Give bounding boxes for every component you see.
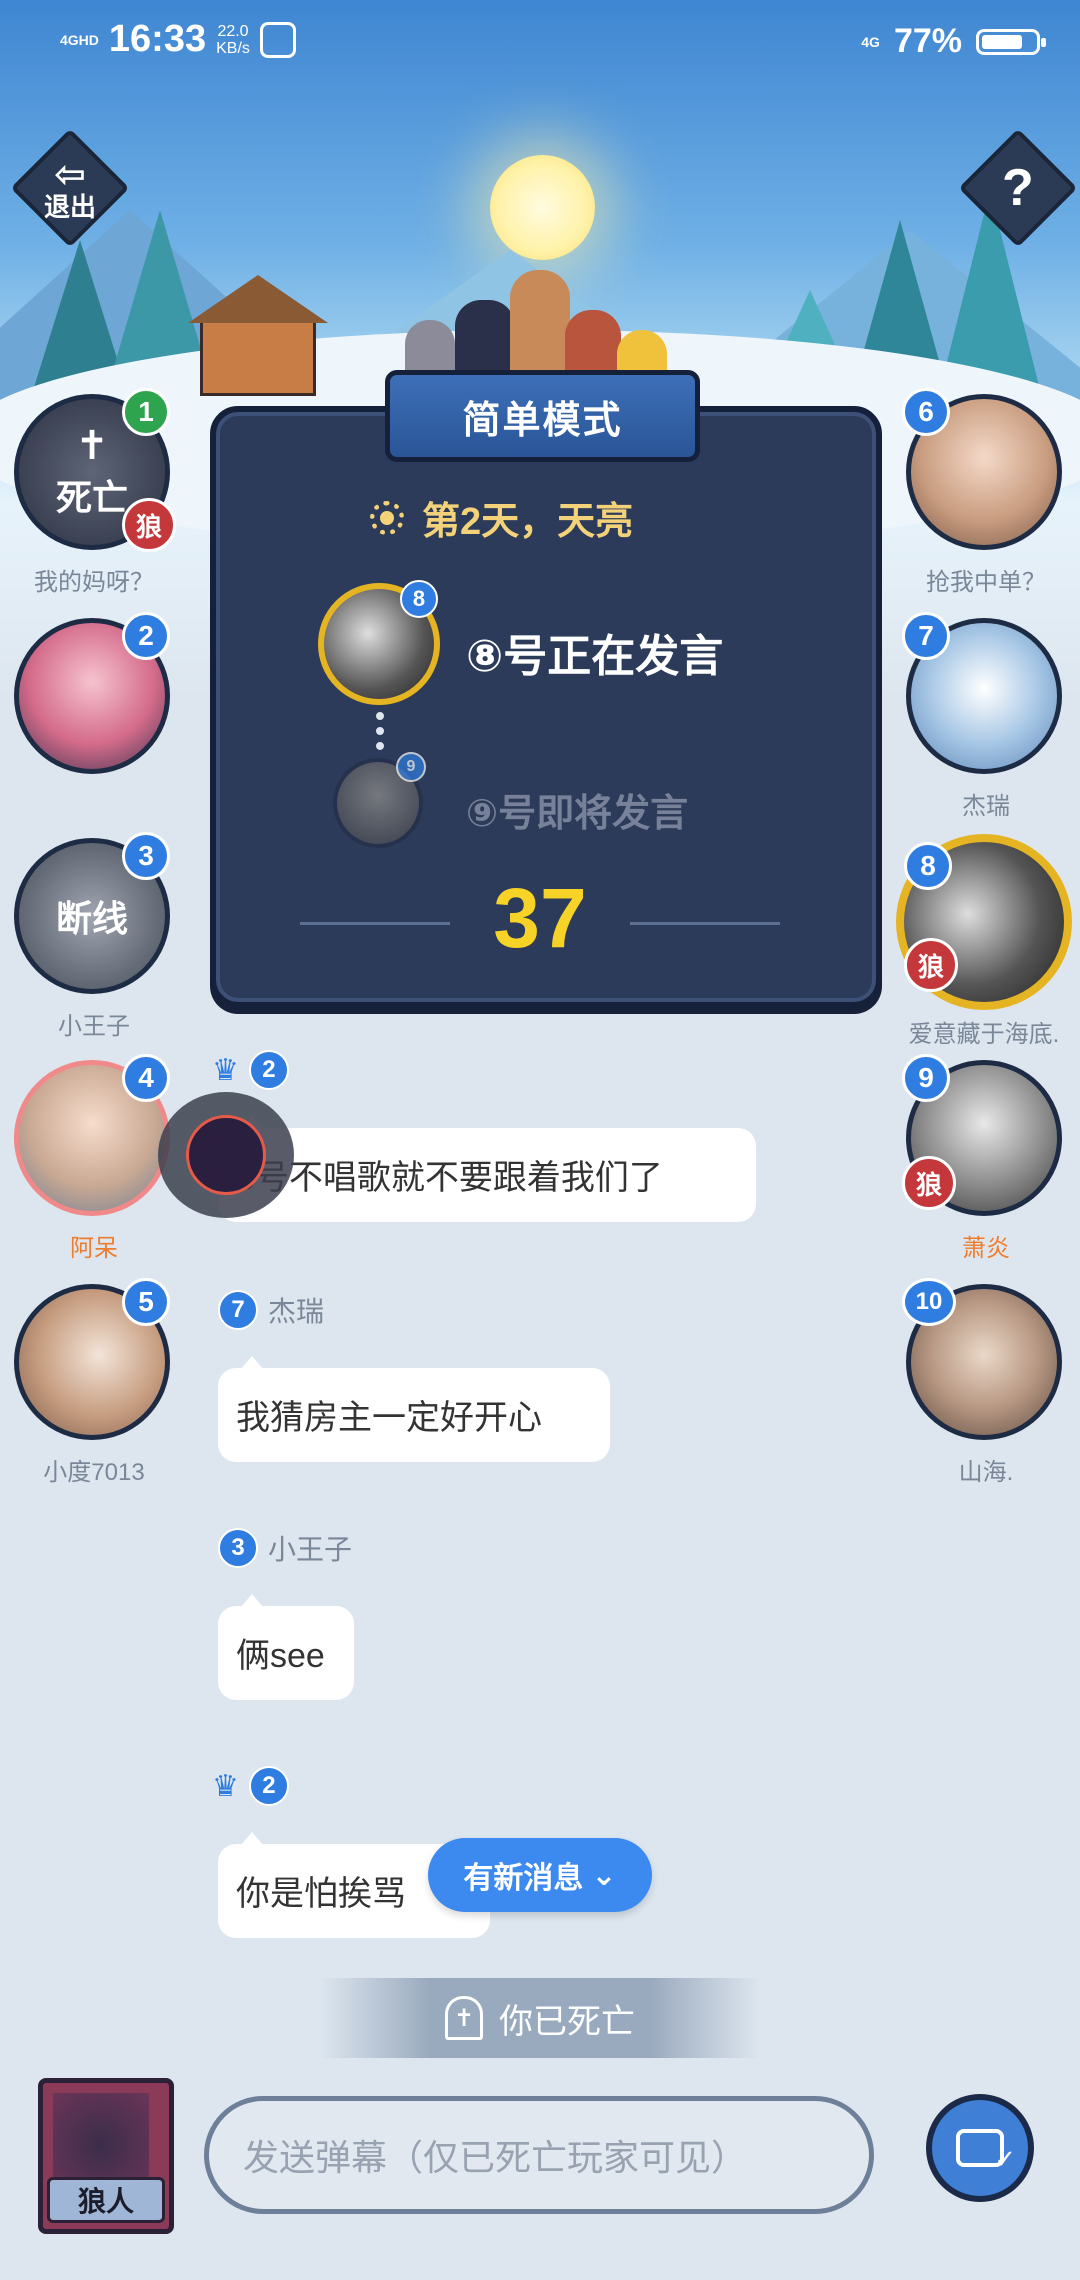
current-speaker-badge: 8	[400, 580, 438, 618]
next-speaker-text: ⑨号即将发言	[466, 793, 689, 835]
next-speaker-badge: 9	[396, 752, 426, 782]
characters-illustration	[405, 270, 675, 380]
wolf-badge: 狼	[902, 1156, 956, 1210]
status-bar: 4GHD 16:33 22.0 KB/s 4G 77%	[0, 0, 1080, 80]
tombstone-icon: ✝	[445, 1996, 483, 2040]
network-indicator: 4GHD	[60, 31, 99, 48]
seat-name: 小王子	[58, 1013, 130, 1040]
message-seat-badge: 2	[248, 1050, 289, 1090]
cabin	[188, 275, 328, 396]
danmu-input[interactable]: 发送弹幕（仅已死亡玩家可见）	[204, 2096, 874, 2214]
seat-number: 9	[902, 1054, 950, 1102]
app-notification-icon	[259, 21, 296, 58]
message-header: ♛ 2	[212, 1766, 289, 1806]
mobile-network-indicator: 4G	[861, 33, 880, 50]
dead-notice: ✝ 你已死亡	[320, 1978, 760, 2058]
seat-name: 杰瑞	[962, 793, 1010, 820]
new-message-label: 有新消息	[463, 1862, 584, 1895]
send-danmu-button[interactable]	[926, 2094, 1034, 2202]
speaker-connector	[376, 712, 392, 750]
seat-number: 2	[122, 612, 170, 660]
crown-icon: ♛	[212, 1769, 239, 1803]
exit-icon: ⇦	[54, 153, 86, 196]
help-icon: ?	[1002, 158, 1034, 217]
chat-bubble: 3号不唱歌就不要跟着我们了	[218, 1116, 756, 1222]
message-header: 7 杰瑞	[218, 1290, 324, 1330]
message-sender: 杰瑞	[268, 1296, 325, 1327]
constellation-icon	[186, 1115, 266, 1195]
seat-name: 爱意藏于海底.	[908, 1021, 1060, 1048]
seat-name: 阿呆	[70, 1235, 118, 1262]
current-speaker-text: ⑧号正在发言	[466, 632, 724, 681]
role-label: 狼人	[47, 2177, 165, 2223]
message-header: ♛ 2	[212, 1050, 289, 1090]
chat-bubble: 我猜房主一定好开心	[218, 1356, 610, 1462]
seat-name: 抢我中单？	[926, 569, 1046, 596]
message-seat-badge: 2	[248, 1766, 289, 1806]
seat-status: 断线	[55, 898, 128, 939]
message-header: 3 小王子	[218, 1528, 352, 1568]
seat-number: 7	[902, 612, 950, 660]
danmu-placeholder: 发送弹幕（仅已死亡玩家可见）	[243, 2137, 748, 2178]
game-mode-banner: 简单模式	[385, 370, 700, 462]
net-speed: 22.0 KB/s	[216, 22, 250, 57]
seat-number: 1	[122, 388, 170, 436]
seat-name: 小度7013	[43, 1459, 145, 1486]
seat-status: 死亡	[55, 477, 128, 518]
seat-name: 山海.	[958, 1459, 1014, 1486]
message-seat-badge: 7	[218, 1290, 258, 1330]
tombstone-icon: ✝	[75, 424, 109, 468]
message-sender: 小王子	[268, 1534, 353, 1565]
seat-name: 萧炎	[962, 1235, 1010, 1262]
daylight-icon	[370, 500, 404, 535]
constellation-effect	[158, 1092, 294, 1218]
seat-number: 3	[122, 832, 170, 880]
crown-icon: ♛	[212, 1053, 239, 1087]
role-card-button[interactable]: 狼人	[38, 2078, 174, 2234]
seat-number: 5	[122, 1278, 170, 1326]
exit-label: 退出	[43, 191, 97, 222]
new-message-button[interactable]: 有新消息 ⌄	[428, 1838, 652, 1912]
seat-name: 我的妈呀？	[34, 569, 154, 596]
chevron-down-icon: ⌄	[591, 1858, 617, 1892]
battery-icon	[976, 28, 1046, 55]
wolf-badge: 狼	[904, 938, 958, 992]
wolf-badge: 狼	[122, 498, 176, 552]
battery-percent: 77%	[893, 22, 962, 60]
message-seat-badge: 3	[218, 1528, 258, 1568]
day-phase-label: 第2天，天亮	[422, 501, 634, 543]
message-check-icon	[956, 2129, 1016, 2175]
dead-notice-text: 你已死亡	[499, 2002, 635, 2041]
seat-number: 4	[122, 1054, 170, 1102]
chat-bubble: 俩see	[218, 1594, 354, 1700]
sun-icon	[490, 155, 595, 260]
clock: 16:33	[108, 18, 207, 60]
day-phase: 第2天，天亮	[370, 490, 633, 545]
seat-number: 8	[904, 842, 952, 890]
werewolf-icon	[53, 2093, 149, 2179]
seat-number: 10	[902, 1278, 956, 1326]
seat-number: 6	[902, 388, 950, 436]
